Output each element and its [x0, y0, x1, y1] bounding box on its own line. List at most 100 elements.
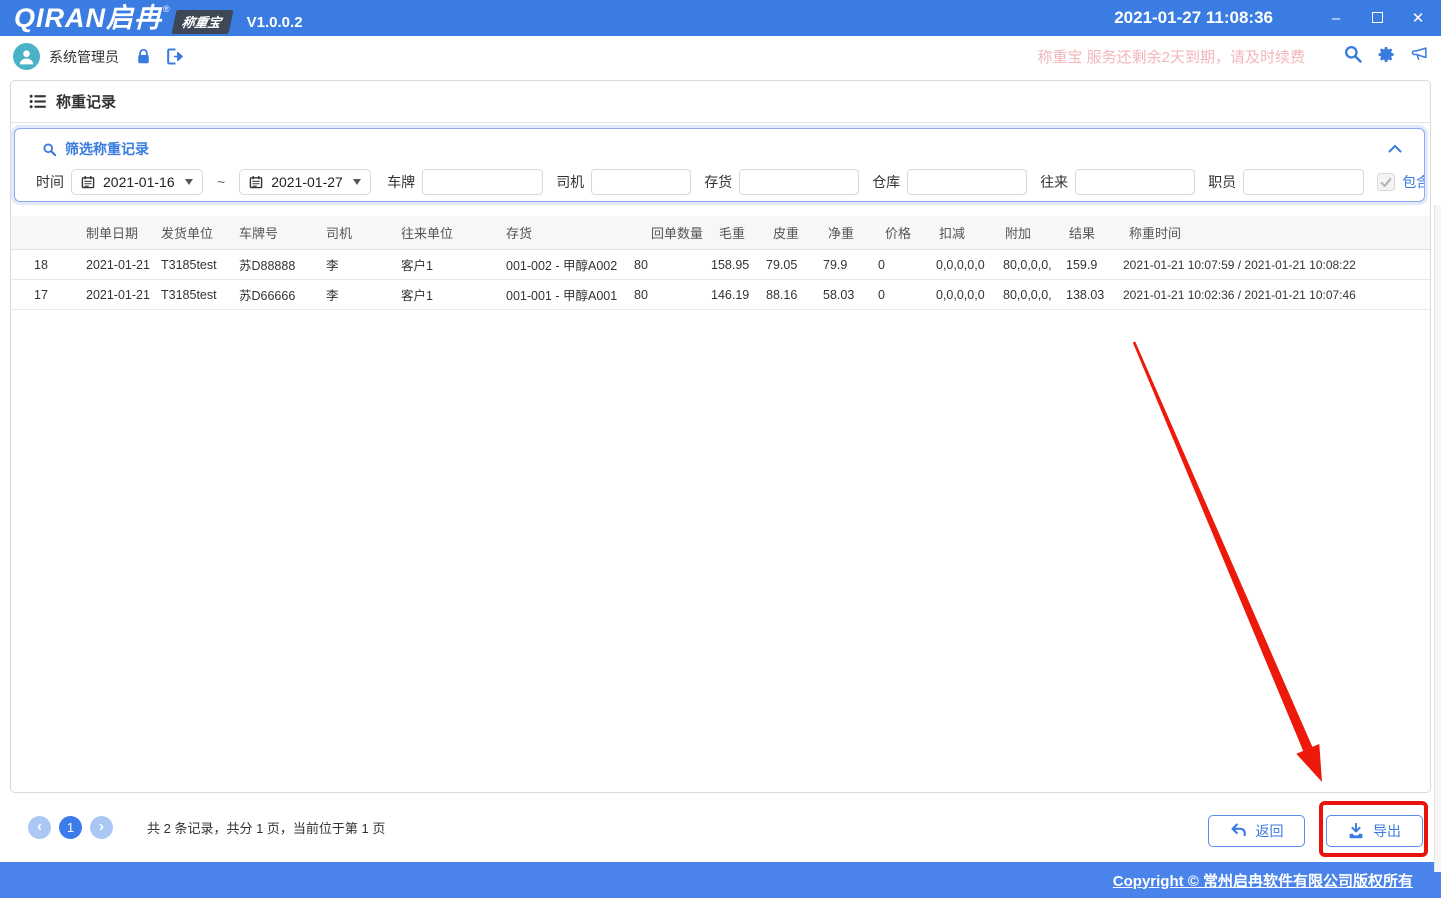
inventory-input[interactable]: [739, 169, 859, 195]
cell-receipt-qty: 80: [634, 258, 711, 272]
username-label: 系统管理员: [49, 47, 119, 67]
current-page-button[interactable]: 1: [59, 816, 82, 839]
col-result: 结果: [1066, 223, 1123, 242]
caret-down-icon: [353, 179, 361, 185]
staff-input[interactable]: [1243, 169, 1364, 195]
cell-receipt-qty: 80: [634, 288, 711, 302]
cell-contact-unit: 客户1: [401, 255, 506, 274]
table-row[interactable]: 17 2021-01-21 T3185test 苏D66666 李 客户1 00…: [11, 280, 1430, 310]
cell-gross: 146.19: [711, 288, 766, 302]
date-to-select[interactable]: 2021-01-27: [239, 169, 371, 195]
col-gross: 毛重: [711, 223, 766, 242]
calendar-icon: [81, 175, 95, 189]
pagination-bar: ‹ 1 › 共 2 条记录，共分 1 页，当前位于第 1 页 返回 导出: [0, 793, 1441, 862]
avatar[interactable]: [13, 43, 40, 70]
registered-mark: ®: [163, 4, 170, 14]
toolbar: 系统管理员 称重宝 服务还剩余2天到期，请及时续费: [0, 36, 1441, 77]
cell-seq: 18: [11, 258, 86, 272]
date-from-select[interactable]: 2021-01-16: [71, 169, 203, 195]
col-net: 净重: [823, 223, 878, 242]
product-badge: 称重宝: [171, 10, 233, 34]
app-logo: QIRAN启冉: [14, 0, 162, 36]
toolbar-icons: [1343, 44, 1429, 69]
filter-title-row: 筛选称重记录: [42, 139, 1424, 159]
include-checkbox-label[interactable]: 包含: [1402, 172, 1424, 192]
back-button-label: 返回: [1256, 821, 1284, 841]
col-addition: 附加: [1003, 223, 1066, 242]
col-receipt-qty: 回单数量: [634, 223, 711, 242]
lock-icon[interactable]: [136, 48, 151, 65]
next-page-button[interactable]: ›: [90, 816, 113, 839]
col-deduction: 扣减: [936, 223, 1003, 242]
maximize-button[interactable]: [1370, 10, 1384, 27]
page-title-row: 称重记录: [11, 81, 1430, 123]
scrollbar[interactable]: [1434, 205, 1441, 872]
cell-tare: 79.05: [766, 258, 823, 272]
cell-inventory: 001-001 - 甲醇A001: [506, 285, 634, 304]
chevron-up-icon[interactable]: [1388, 140, 1402, 158]
table-row[interactable]: 18 2021-01-21 T3185test 苏D88888 李 客户1 00…: [11, 250, 1430, 280]
prev-page-button[interactable]: ‹: [28, 816, 51, 839]
pagination-summary: 共 2 条记录，共分 1 页，当前位于第 1 页: [147, 818, 385, 837]
date-from-value: 2021-01-16: [103, 174, 175, 190]
plate-input[interactable]: [422, 169, 543, 195]
warehouse-label: 仓库: [872, 172, 900, 192]
cell-order-date: 2021-01-21: [86, 258, 161, 272]
cell-deduction: 0,0,0,0,0: [936, 258, 1003, 272]
filter-panel: 筛选称重记录 时间 2021-01-16 ~ 2021-01-27: [14, 128, 1425, 202]
cell-addition: 80,0,0,0,: [1003, 288, 1066, 302]
driver-label: 司机: [556, 172, 584, 192]
checkmark-icon: [1380, 177, 1392, 188]
cell-shipper: T3185test: [161, 258, 239, 272]
person-icon: [17, 47, 36, 66]
copyright-link[interactable]: Copyright © 常州启冉软件有限公司版权所有: [1113, 870, 1413, 891]
app-version: V1.0.0.2: [247, 14, 303, 31]
app-window: QIRAN启冉 ® 称重宝 V1.0.0.2 2021-01-27 11:08:…: [0, 0, 1441, 900]
col-inventory: 存货: [506, 223, 634, 242]
col-driver: 司机: [326, 223, 401, 242]
cell-driver: 李: [326, 255, 401, 274]
cell-result: 138.03: [1066, 288, 1123, 302]
cell-shipper: T3185test: [161, 288, 239, 302]
back-button[interactable]: 返回: [1208, 815, 1305, 847]
export-button-label: 导出: [1373, 821, 1401, 841]
cell-gross: 158.95: [711, 258, 766, 272]
back-arrow-icon: [1230, 823, 1247, 838]
search-icon: [42, 142, 57, 157]
page-title: 称重记录: [56, 91, 116, 112]
cell-tare: 88.16: [766, 288, 823, 302]
search-icon[interactable]: [1343, 44, 1363, 69]
minimize-button[interactable]: –: [1329, 10, 1343, 27]
cell-seq: 17: [11, 288, 86, 302]
driver-input[interactable]: [591, 169, 691, 195]
action-buttons: 返回 导出: [1208, 815, 1423, 847]
warehouse-input[interactable]: [907, 169, 1027, 195]
weighing-records-panel: 称重记录 筛选称重记录 时间 2021-01-16: [10, 80, 1431, 793]
inventory-label: 存货: [704, 172, 732, 192]
list-icon: [29, 94, 46, 109]
megaphone-icon[interactable]: [1410, 46, 1429, 68]
col-shipper: 发货单位: [161, 223, 239, 242]
logout-icon[interactable]: [166, 48, 185, 65]
contact-label: 往来: [1040, 172, 1068, 192]
cell-deduction: 0,0,0,0,0: [936, 288, 1003, 302]
col-contact-unit: 往来单位: [401, 223, 506, 242]
col-order-date: 制单日期: [86, 223, 161, 242]
content-area: 称重记录 筛选称重记录 时间 2021-01-16: [0, 77, 1441, 862]
cell-inventory: 001-002 - 甲醇A002: [506, 255, 634, 274]
cell-weigh-time: 2021-01-21 10:07:59 / 2021-01-21 10:08:2…: [1123, 258, 1430, 272]
cell-price: 0: [878, 288, 936, 302]
cell-weigh-time: 2021-01-21 10:02:36 / 2021-01-21 10:07:4…: [1123, 288, 1430, 302]
maximize-icon: [1372, 12, 1383, 23]
table-header-row: 制单日期 发货单位 车牌号 司机 往来单位 存货 回单数量 毛重 皮重 净重 价…: [11, 216, 1430, 250]
contact-input[interactable]: [1075, 169, 1195, 195]
cell-result: 159.9: [1066, 258, 1123, 272]
range-tilde: ~: [217, 174, 225, 190]
export-button[interactable]: 导出: [1326, 815, 1423, 847]
col-tare: 皮重: [766, 223, 823, 242]
include-checkbox[interactable]: [1377, 173, 1395, 191]
gear-icon[interactable]: [1377, 45, 1396, 69]
date-to-value: 2021-01-27: [271, 174, 343, 190]
close-button[interactable]: ✕: [1411, 9, 1425, 27]
cell-contact-unit: 客户1: [401, 285, 506, 304]
